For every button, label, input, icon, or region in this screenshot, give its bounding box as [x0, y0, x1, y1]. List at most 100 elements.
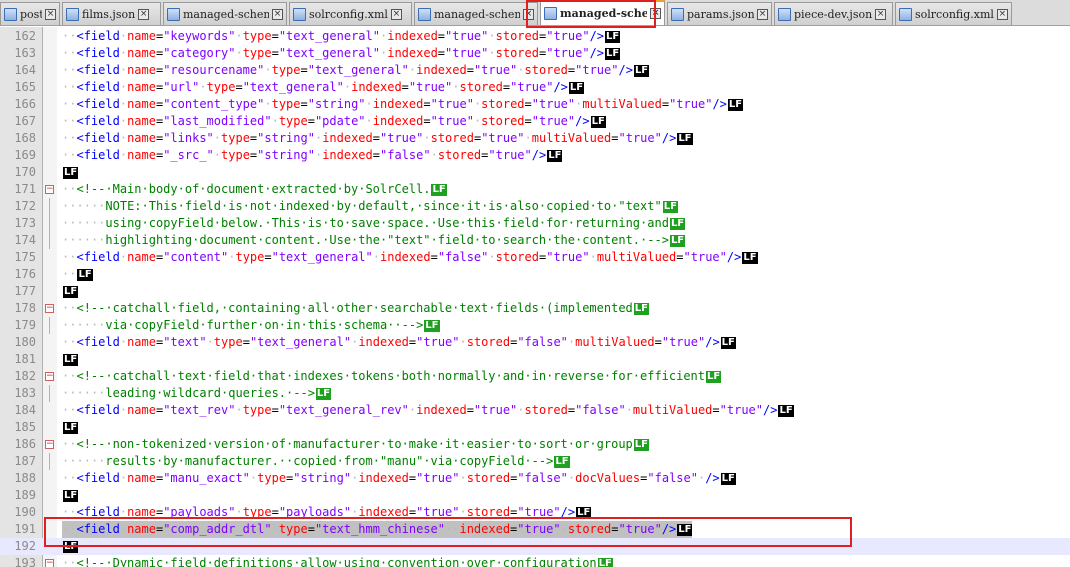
code-line[interactable]: 182− ··<!--·catchall·text·field·that·inde… — [0, 368, 1070, 385]
tab-label: solrconfig.xml — [309, 7, 388, 21]
code-line[interactable]: 164 ··<field·name="resourcename"·type="te… — [0, 62, 1070, 79]
eol-marker: LF — [431, 184, 447, 196]
line-number: 189 — [14, 488, 36, 502]
fold-toggle-icon[interactable]: − — [44, 368, 56, 385]
code-line[interactable]: 178− ··<!--·catchall·field,·containing·al… — [0, 300, 1070, 317]
fold-line — [44, 453, 56, 470]
code-line[interactable]: 167 ··<field·name="last_modified"·type="p… — [0, 113, 1070, 130]
line-number: 183 — [14, 386, 36, 400]
close-tab-icon[interactable]: × — [875, 8, 887, 20]
line-number: 191 — [14, 522, 36, 536]
code-line[interactable]: 186− ··<!--·non-tokenized·version·of·manu… — [0, 436, 1070, 453]
code-text: ······leading·wildcard·queries.·--> LF — [62, 386, 332, 400]
code-line[interactable]: 189 LF — [0, 487, 1070, 504]
tab-6[interactable]: managed-schema× — [540, 0, 665, 25]
code-text: ··<field·name="text"·type="text_general"… — [62, 335, 736, 349]
file-icon — [418, 7, 431, 21]
fold-toggle-icon[interactable]: − — [44, 436, 56, 453]
line-number: 162 — [14, 29, 36, 43]
tab-2[interactable]: films.json × — [62, 2, 161, 25]
code-line[interactable]: 187 ······results·by·manufacturer.··copie… — [0, 453, 1070, 470]
tab-label: managed-schema — [560, 7, 647, 20]
eol-marker: LF — [554, 456, 570, 468]
code-line[interactable]: 173 ······using·copyField·below.·This·is·… — [0, 215, 1070, 232]
code-text: ··<!--·Main·body·of·document·extracted·b… — [62, 182, 447, 196]
tab-label: managed-schema — [183, 7, 269, 21]
code-text: ··<!--·catchall·field,·containing·all·ot… — [62, 301, 649, 315]
code-line[interactable]: 172 ······NOTE:·This·field·is·not·indexed… — [0, 198, 1070, 215]
line-number: 171 — [14, 182, 36, 196]
code-line[interactable]: 183 ······leading·wildcard·queries.·--> LF — [0, 385, 1070, 402]
tab-1[interactable]: post × — [0, 2, 60, 25]
code-line[interactable]: 190 ··<field·name="payloads"·type="payloa… — [0, 504, 1070, 521]
code-editor[interactable]: 162 ··<field·name="keywords"·type="text_g… — [0, 27, 1070, 567]
fold-toggle-icon[interactable]: − — [44, 181, 56, 198]
line-number: 193 — [14, 556, 36, 567]
close-tab-icon[interactable]: × — [45, 8, 56, 20]
fold-line — [44, 215, 56, 232]
file-icon — [671, 7, 684, 21]
code-text: ··<field·name="links"·type="string"·inde… — [62, 131, 693, 145]
code-line[interactable]: 165 ··<field·name="url"·type="text_genera… — [0, 79, 1070, 96]
code-line[interactable]: 176 ·· LF — [0, 266, 1070, 283]
code-line[interactable]: 166 ··<field·name="content_type"·type="st… — [0, 96, 1070, 113]
code-line[interactable]: 163 ··<field·name="category"·type="text_g… — [0, 45, 1070, 62]
code-line[interactable]: 174 ······highlighting·document·content.·… — [0, 232, 1070, 249]
code-text: ··<!--·Dynamic·field·definitions·allow·u… — [62, 555, 613, 567]
fold-line — [44, 317, 56, 334]
code-text: ··<field·name="category"·type="text_gene… — [62, 46, 621, 60]
code-line[interactable]: 180 ··<field·name="text"·type="text_gener… — [0, 334, 1070, 351]
tab-label: solrconfig.xml — [915, 7, 994, 21]
eol-marker: LF — [77, 269, 93, 281]
close-tab-icon[interactable]: × — [138, 8, 150, 20]
tab-9[interactable]: solrconfig.xml × — [895, 2, 1012, 25]
tab-3[interactable]: managed-schema× — [163, 2, 287, 25]
eol-marker: LF — [576, 507, 592, 519]
code-line[interactable]: 171− ··<!--·Main·body·of·document·extract… — [0, 181, 1070, 198]
close-tab-icon[interactable]: × — [996, 8, 1008, 20]
eol-marker: LF — [547, 150, 563, 162]
code-text: ······via·copyField·further·on·in·this·s… — [62, 318, 440, 332]
eol-marker: LF — [424, 320, 440, 332]
line-number: 186 — [14, 437, 36, 451]
close-tab-icon[interactable]: × — [650, 8, 661, 19]
tab-5[interactable]: managed-schema× — [414, 2, 538, 25]
tab-label: piece-dev.json — [794, 7, 873, 21]
eol-marker: LF — [315, 388, 332, 400]
tab-4[interactable]: solrconfig.xml × — [289, 2, 412, 25]
code-text: ··<field·name="url"·type="text_general"·… — [62, 80, 585, 94]
line-number: 179 — [14, 318, 36, 332]
tab-8[interactable]: piece-dev.json × — [774, 2, 893, 25]
eol-marker: LF — [605, 31, 621, 43]
code-line[interactable]: 175 ··<field·name="content"·type="text_ge… — [0, 249, 1070, 266]
code-text: ··<field·name="payloads"·type="payloads"… — [62, 505, 592, 519]
code-line[interactable]: 193− ··<!--·Dynamic·field·definitions·all… — [0, 555, 1070, 567]
tab-7[interactable]: params.json × — [667, 2, 772, 25]
close-tab-icon[interactable]: × — [523, 8, 534, 20]
file-icon — [4, 7, 17, 21]
eol-marker: LF — [633, 439, 649, 451]
file-icon — [899, 7, 912, 21]
line-number: 176 — [14, 267, 36, 281]
code-line[interactable]: 185 LF — [0, 419, 1070, 436]
code-line[interactable]: 170 LF — [0, 164, 1070, 181]
code-text: ··<!--·catchall·text·field·that·indexes·… — [62, 369, 722, 383]
code-line[interactable]: 177 LF — [0, 283, 1070, 300]
code-line[interactable]: 191 ··<field·name="comp_addr_dtl"·type="t… — [0, 521, 1070, 538]
file-icon — [544, 7, 557, 20]
code-line[interactable]: 168 ··<field·name="links"·type="string"·i… — [0, 130, 1070, 147]
fold-line — [44, 385, 56, 402]
code-line[interactable]: 169 ··<field·name="_src_"·type="string"·i… — [0, 147, 1070, 164]
close-tab-icon[interactable]: × — [390, 8, 402, 20]
fold-toggle-icon[interactable]: − — [44, 555, 56, 567]
fold-toggle-icon[interactable]: − — [44, 300, 56, 317]
code-line[interactable]: 181 LF — [0, 351, 1070, 368]
close-tab-icon[interactable]: × — [757, 8, 768, 20]
code-line[interactable]: 162 ··<field·name="keywords"·type="text_g… — [0, 28, 1070, 45]
code-line[interactable]: 188 ··<field·name="manu_exact"·type="stri… — [0, 470, 1070, 487]
code-line[interactable]: 192 LF — [0, 538, 1070, 555]
eol-marker: LF — [63, 286, 79, 298]
code-line[interactable]: 179 ······via·copyField·further·on·in·thi… — [0, 317, 1070, 334]
close-tab-icon[interactable]: × — [272, 8, 283, 20]
code-line[interactable]: 184 ··<field·name="text_rev"·type="text_g… — [0, 402, 1070, 419]
